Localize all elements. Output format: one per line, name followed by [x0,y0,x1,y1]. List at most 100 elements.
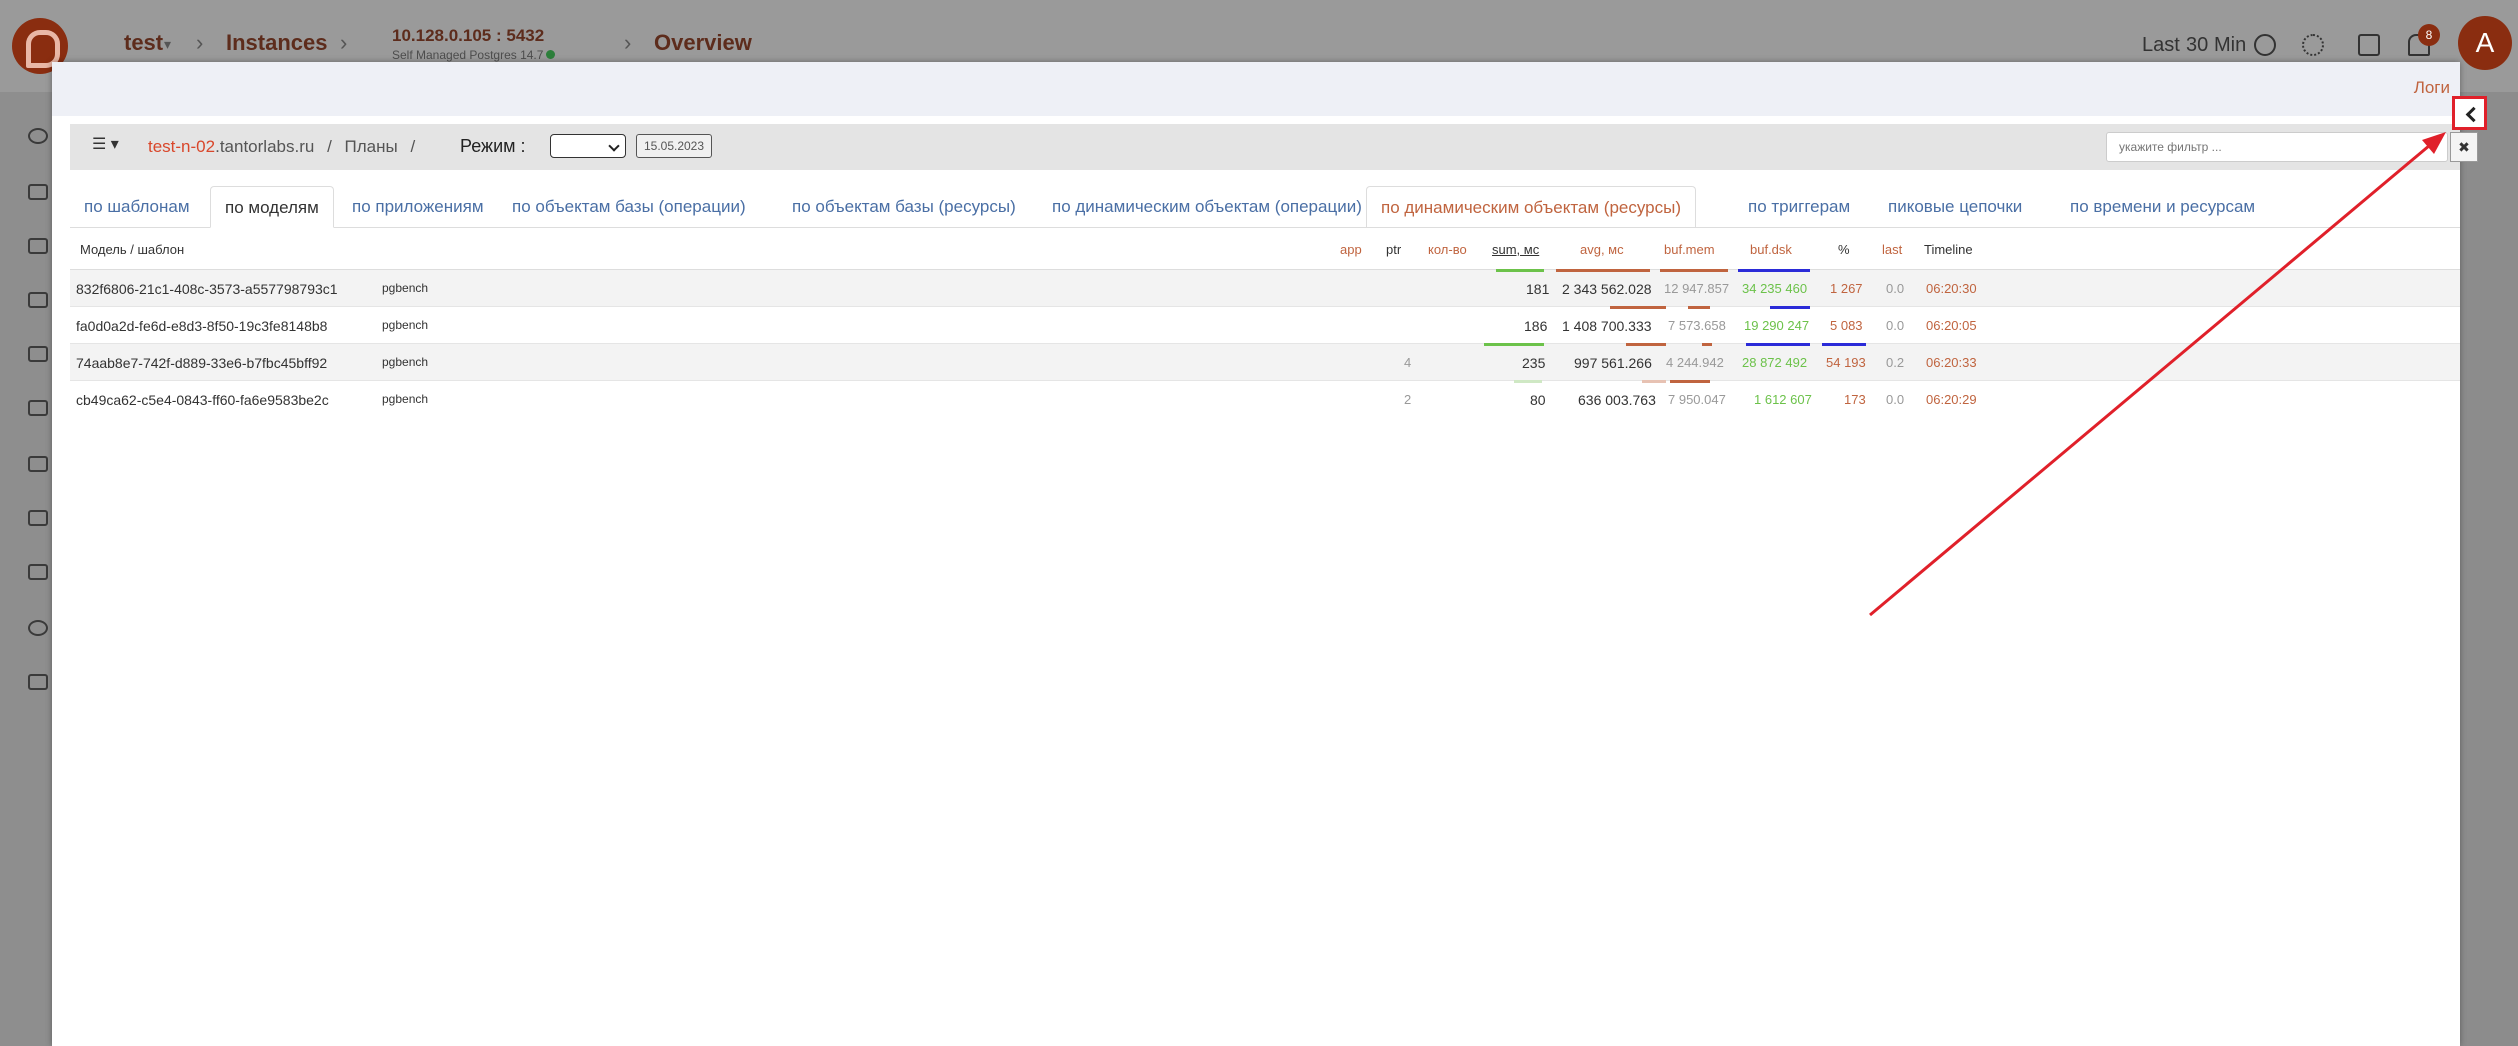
mode-label: Режим : [460,136,526,156]
column-ptr[interactable]: ptr [1386,242,1401,257]
row-timeline[interactable]: 06:20:33 [1926,355,1977,370]
table-row[interactable]: 832f6806-21c1-408c-3573-a557798793c1 pgb… [70,269,2460,307]
range-unit[interactable]: Min [2214,34,2246,57]
modal-header: Логи [52,62,2460,116]
sum-bar [1514,380,1542,383]
chevron-right-icon: › [340,30,348,55]
tab-time-resources[interactable]: по времени и ресурсам [2056,186,2269,228]
row-ptr: 4 [1404,355,1412,370]
row-last: 0.0 [1886,318,1905,333]
settings-icon[interactable] [28,620,48,636]
network-icon[interactable] [2358,34,2380,56]
bufmem-bar [1660,269,1728,272]
column-bufmem[interactable]: buf.mem [1664,242,1715,257]
row-bufdsk: 28 872 492 [1742,355,1808,370]
memory-icon[interactable] [28,400,48,416]
gear-icon[interactable] [2302,34,2324,56]
filter-clear-button[interactable]: ✖ [2450,132,2478,162]
breadcrumb-plans[interactable]: Планы [345,137,398,156]
row-model[interactable]: 832f6806-21c1-408c-3573-a557798793c1 [76,281,338,297]
tab-db-objects-resources[interactable]: по объектам базы (ресурсы) [778,186,1030,228]
folders-icon[interactable] [28,510,48,526]
row-avg: 2 343 562.028 [1562,281,1652,297]
row-sum: 181 [1526,281,1550,297]
row-bufdsk: 1 612 607 [1754,392,1812,407]
clock-icon[interactable] [2254,34,2276,56]
chevron-right-icon: › [196,30,204,55]
bufmem-bar [1670,380,1710,383]
column-percent[interactable]: % [1838,242,1850,257]
column-sum[interactable]: sum, мс [1492,242,1539,257]
avg-bar [1610,306,1666,309]
tab-templates[interactable]: по шаблонам [70,186,204,228]
percent-bar [1822,343,1866,346]
column-model[interactable]: Модель / шаблон [80,242,184,257]
list-menu-icon[interactable]: ☰ ▾ [92,134,132,158]
row-app: pgbench [382,318,429,332]
column-app[interactable]: app [1340,242,1362,257]
filter-input[interactable] [2106,132,2448,162]
breadcrumb-separator: / [327,137,332,156]
shuffle-icon[interactable] [28,456,48,472]
sidebar [0,92,52,1046]
row-bufmem: 4 244.942 [1666,355,1724,370]
host-name-link[interactable]: test-n-02 [148,137,215,156]
tab-dynamic-objects-ops[interactable]: по динамическим объектам (операции) [1038,186,1376,228]
row-percent: 173 [1844,392,1866,407]
user-icon[interactable] [28,346,48,362]
rocket-icon[interactable] [28,292,48,308]
row-sum: 80 [1530,392,1546,408]
column-count[interactable]: кол-во [1428,242,1467,257]
row-bufmem: 12 947.857 [1664,281,1730,296]
collapse-panel-button[interactable] [2452,96,2487,130]
tab-peak-chains[interactable]: пиковые цепочки [1874,186,2036,228]
dashboard-icon[interactable] [28,128,48,144]
row-bufdsk: 34 235 460 [1742,281,1808,296]
tab-db-objects-ops[interactable]: по объектам базы (операции) [498,186,760,228]
table-header: Модель / шаблон app ptr кол-во sum, мс a… [70,230,2460,270]
avatar[interactable]: A [2458,16,2512,70]
row-timeline[interactable]: 06:20:05 [1926,318,1977,333]
table-icon[interactable] [28,674,48,690]
bufmem-bar [1702,343,1712,346]
row-bufdsk: 19 290 247 [1744,318,1810,333]
range-value[interactable]: 30 [2186,34,2208,57]
tab-triggers[interactable]: по триггерам [1734,186,1864,228]
tab-applications[interactable]: по приложениям [338,186,498,228]
sliders-icon[interactable] [28,184,48,200]
avg-bar [1642,380,1666,383]
tab-dynamic-objects-resources[interactable]: по динамическим объектам (ресурсы) [1366,186,1696,228]
table-row[interactable]: cb49ca62-c5e4-0843-ff60-fa6e9583be2c pgb… [70,380,2460,418]
row-percent: 1 267 [1830,281,1863,296]
date-button[interactable]: 15.05.2023 [636,134,712,158]
host-domain: .tantorlabs.ru [215,137,315,156]
breadcrumb-separator: / [410,137,416,156]
tools-icon[interactable] [28,238,48,254]
plans-modal: Логи ☰ ▾ test-n-02.tantorlabs.ru / Планы… [52,62,2478,1046]
row-model[interactable]: cb49ca62-c5e4-0843-ff60-fa6e9583be2c [76,392,329,408]
column-avg[interactable]: avg, мс [1580,242,1624,257]
connection-address: 10.128.0.105 : 5432 [392,26,545,45]
table-row[interactable]: 74aab8e7-742f-d889-33e6-b7fbc45bff92 pgb… [70,343,2460,381]
breadcrumb-instances[interactable]: Instances [226,30,328,56]
row-bufmem: 7 950.047 [1668,392,1726,407]
row-model[interactable]: 74aab8e7-742f-d889-33e6-b7fbc45bff92 [76,355,327,371]
row-model[interactable]: fa0d0a2d-fe6d-e8d3-8f50-19c3fe8148b8 [76,318,327,334]
column-timeline[interactable]: Timeline [1924,242,1973,257]
range-last[interactable]: Last [2142,34,2180,57]
row-timeline[interactable]: 06:20:30 [1926,281,1977,296]
row-timeline[interactable]: 06:20:29 [1926,392,1977,407]
avg-bar [1626,343,1666,346]
mode-select[interactable] [550,134,626,158]
column-bufdsk[interactable]: buf.dsk [1750,242,1792,257]
column-last[interactable]: last [1882,242,1902,257]
chevron-down-icon: ▾ [164,36,172,52]
row-avg: 1 408 700.333 [1562,318,1652,334]
project-selector[interactable]: test [124,30,163,56]
tab-models[interactable]: по моделям [210,186,334,228]
tabs: по шаблонам по моделям по приложениям по… [70,186,2460,228]
chart-icon[interactable] [28,564,48,580]
logs-link[interactable]: Логи [2414,78,2450,98]
row-last: 0.2 [1886,355,1905,370]
table-row[interactable]: fa0d0a2d-fe6d-e8d3-8f50-19c3fe8148b8 pgb… [70,306,2460,344]
